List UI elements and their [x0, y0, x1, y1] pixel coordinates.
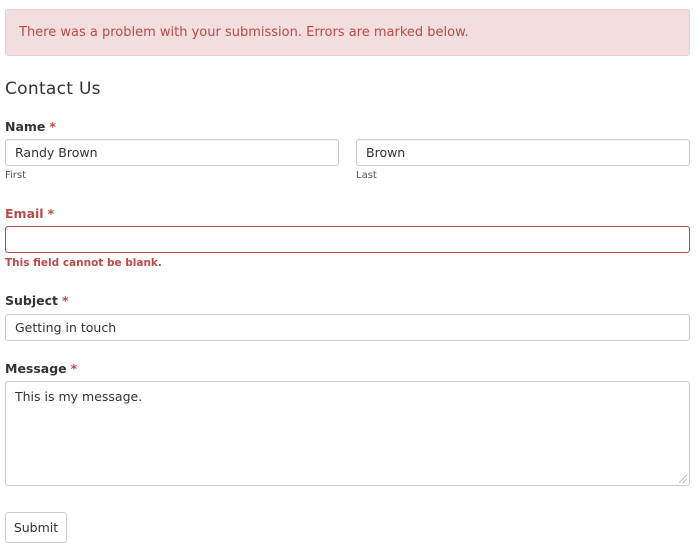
first-name-sublabel: First [5, 170, 27, 181]
message-textarea[interactable]: This is my message. [5, 381, 690, 486]
name-label-text: Name [5, 119, 46, 134]
required-marker: * [49, 119, 56, 134]
email-label: Email * [5, 206, 54, 221]
subject-label-text: Subject [5, 293, 58, 308]
first-name-input[interactable]: Randy Brown [5, 139, 339, 166]
email-input[interactable] [5, 226, 690, 253]
message-label: Message * [5, 361, 77, 376]
form-title: Contact Us [5, 79, 101, 99]
resize-grip-icon[interactable] [679, 475, 687, 483]
error-alert: There was a problem with your submission… [5, 9, 690, 56]
contact-page: There was a problem with your submission… [0, 0, 700, 550]
required-marker: * [70, 361, 78, 376]
required-marker: * [62, 293, 69, 308]
email-label-text: Email [5, 206, 44, 221]
submit-button[interactable]: Submit [5, 512, 67, 543]
last-name-value: Brown [366, 145, 406, 160]
first-name-value: Randy Brown [15, 145, 98, 160]
message-label-text: Message [5, 361, 67, 376]
subject-label: Subject * [5, 293, 69, 308]
last-name-input[interactable]: Brown [356, 139, 690, 166]
email-error-message: This field cannot be blank. [5, 257, 162, 269]
message-value: This is my message. [15, 389, 143, 404]
name-label: Name * [5, 119, 56, 134]
subject-value: Getting in touch [15, 320, 117, 335]
last-name-sublabel: Last [356, 170, 377, 181]
required-marker: * [47, 206, 55, 221]
error-alert-message: There was a problem with your submission… [19, 25, 469, 40]
subject-input[interactable]: Getting in touch [5, 314, 690, 341]
